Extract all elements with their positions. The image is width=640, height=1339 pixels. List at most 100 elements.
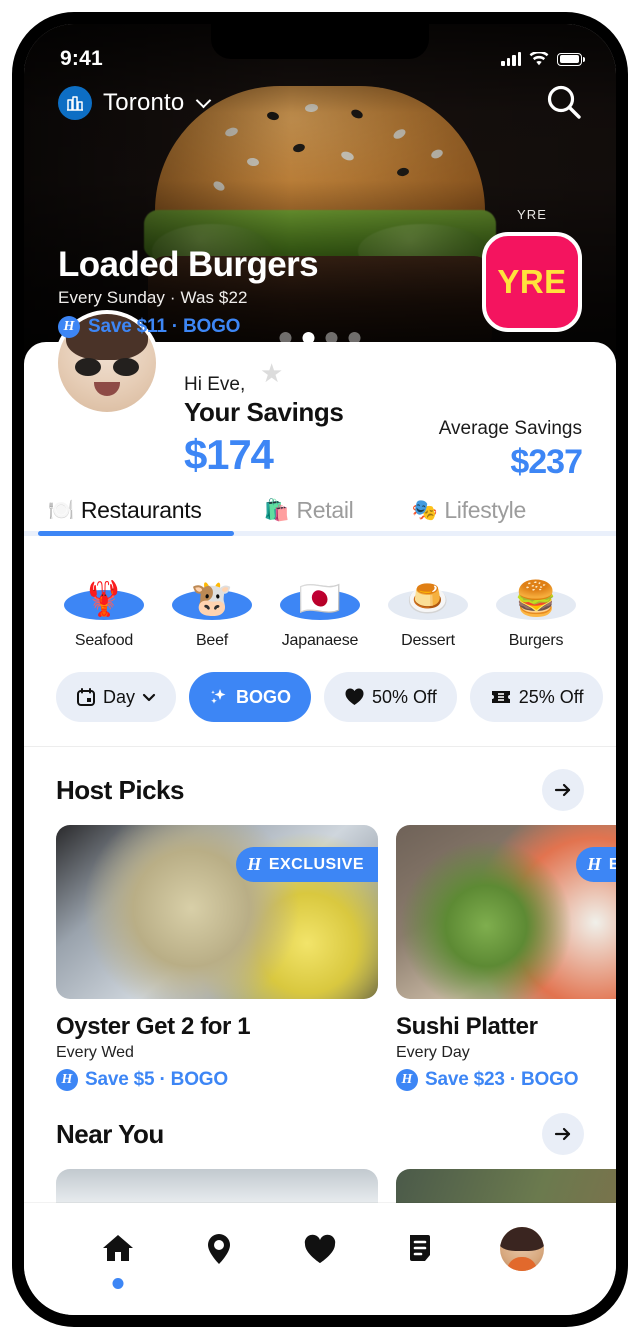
chip-50-off[interactable]: 50% Off	[324, 672, 457, 722]
near-you-see-all-button[interactable]	[542, 1113, 584, 1155]
city-buildings-icon	[58, 86, 92, 120]
hero-title: Loaded Burgers	[58, 244, 319, 284]
phone-frame: 9:41 Toronto Loaded Burgers Every Sunday…	[12, 12, 628, 1327]
status-time: 9:41	[60, 47, 103, 70]
category-seafood[interactable]: 🦞 Seafood	[56, 562, 152, 650]
pick-schedule: Every Day	[396, 1044, 470, 1061]
tab-retail[interactable]: 🛍️ Retail	[264, 497, 354, 531]
merchant-caption: YRE	[516, 207, 548, 222]
host-picks-row: H EXCLUSIVE Oyster Get 2 for 1 Every Wed…	[24, 825, 616, 1091]
pick-save-row: H Save $5 · BOGO	[56, 1069, 378, 1091]
hero-banner[interactable]: 9:41 Toronto Loaded Burgers Every Sunday…	[24, 24, 616, 364]
pick-save-row: H Save $23 · BOGO	[396, 1069, 616, 1091]
active-indicator-dot	[112, 1278, 124, 1289]
chevron-down-icon	[142, 693, 156, 702]
host-logo-icon: H	[56, 1069, 78, 1091]
sparkles-icon	[211, 689, 226, 704]
hero-save-text: Save $11 · BOGO	[88, 316, 241, 337]
ticket-icon	[491, 691, 510, 703]
sushi-photo: H EXCLUSIVE	[396, 825, 616, 999]
carousel-dot[interactable]	[279, 332, 292, 344]
exclusive-label: EXCLUSIVE	[268, 855, 364, 873]
hero-copy: Loaded Burgers Every Sunday · Was $22 H …	[58, 244, 319, 338]
hero-subtitle: Every Sunday · Was $22	[58, 288, 248, 307]
japan-flag-icon: 🇯🇵	[298, 580, 342, 618]
category-tabs: 🍽️ Restaurants 🛍️ Retail 🎭 Lifestyle	[24, 497, 616, 531]
tab-label: Restaurants	[80, 497, 202, 523]
category-icon: 🐮	[164, 562, 260, 624]
pick-save-text: Save $5 · BOGO	[85, 1069, 228, 1090]
cellular-signal-icon	[501, 52, 521, 66]
host-logo-icon: H	[587, 854, 602, 874]
section-header-host-picks: Host Picks	[24, 747, 616, 825]
category-dessert[interactable]: 🍮 Dessert	[380, 562, 476, 650]
section-title: Host Picks	[56, 774, 184, 805]
category-label: Dessert	[401, 632, 455, 649]
section-title: Near You	[56, 1118, 164, 1149]
star-icon: ★	[260, 358, 284, 388]
carousel-dot-active[interactable]	[302, 332, 315, 344]
average-savings-label: Average Savings	[438, 418, 582, 439]
location-pin-icon	[208, 1234, 231, 1264]
merchant-badge-wrap[interactable]: YRE YRE	[482, 207, 582, 332]
heart-icon	[304, 1234, 336, 1263]
chip-day[interactable]: Day	[56, 672, 177, 722]
nav-profile[interactable]	[494, 1221, 550, 1277]
pick-title: Oyster Get 2 for 1	[56, 1013, 251, 1040]
category-japanese[interactable]: 🇯🇵 Japanaese	[272, 562, 368, 650]
calendar-icon	[77, 688, 95, 706]
merchant-badge: YRE	[482, 232, 582, 332]
lobster-icon: 🦞	[82, 580, 126, 618]
category-label: Seafood	[74, 632, 134, 649]
chip-label: 25% Off	[518, 686, 584, 707]
host-logo-icon: H	[247, 854, 262, 874]
section-header-near-you: Near You	[24, 1091, 616, 1169]
exclusive-badge: H EXCLUSIVE	[576, 847, 616, 882]
retail-icon: 🛍️	[263, 498, 290, 522]
chevron-down-icon	[196, 92, 212, 109]
pick-save-text: Save $23 · BOGO	[425, 1069, 579, 1090]
device-notch	[211, 24, 429, 59]
arrow-right-icon	[554, 783, 571, 797]
host-logo-icon: H	[396, 1069, 418, 1091]
lifestyle-icon: 🎭	[411, 498, 438, 522]
app-screen: 9:41 Toronto Loaded Burgers Every Sunday…	[24, 24, 616, 1315]
battery-icon	[557, 52, 585, 66]
category-label: Japanaese	[281, 632, 359, 649]
location-selector[interactable]: Toronto	[58, 86, 212, 120]
category-beef[interactable]: 🐮 Beef	[164, 562, 260, 650]
chip-label: 50% Off	[372, 686, 437, 707]
search-icon[interactable]	[544, 82, 584, 127]
host-pick-card[interactable]: H EXCLUSIVE Sushi Platter Every Day H Sa…	[396, 825, 616, 1091]
burger-icon: 🍔	[514, 580, 558, 618]
tab-active-underline	[38, 531, 234, 536]
status-icons	[501, 51, 585, 67]
nav-favorites[interactable]	[292, 1221, 348, 1277]
category-burgers[interactable]: 🍔 Burgers	[488, 562, 584, 650]
carousel-dot[interactable]	[348, 332, 361, 344]
category-icon: 🇯🇵	[272, 562, 368, 624]
chip-bogo[interactable]: BOGO	[189, 672, 312, 722]
nav-home[interactable]	[90, 1221, 146, 1289]
savings-card: Hi Eve, ★ Your Savings $174 Average Savi…	[24, 310, 616, 1209]
tab-lifestyle[interactable]: 🎭 Lifestyle	[411, 497, 526, 531]
host-picks-see-all-button[interactable]	[542, 769, 584, 811]
chip-25-off[interactable]: 25% Off	[469, 672, 604, 722]
carousel-dots[interactable]	[279, 332, 361, 344]
receipt-icon	[409, 1235, 430, 1261]
chip-label: Day	[103, 686, 136, 707]
nav-receipts[interactable]	[393, 1221, 449, 1277]
chip-label: BOGO	[236, 686, 292, 707]
carousel-dot[interactable]	[325, 332, 338, 344]
category-icon: 🦞	[56, 562, 152, 624]
category-label: Burgers	[508, 632, 564, 649]
arrow-right-icon	[554, 1127, 571, 1141]
tab-restaurants[interactable]: 🍽️ Restaurants	[48, 497, 202, 531]
tab-label: Lifestyle	[444, 497, 526, 523]
tab-label: Retail	[296, 497, 354, 523]
nav-explore[interactable]	[191, 1221, 247, 1277]
restaurants-icon: 🍽️	[48, 498, 74, 522]
host-pick-card[interactable]: H EXCLUSIVE Oyster Get 2 for 1 Every Wed…	[56, 825, 378, 1091]
category-icon: 🍔	[488, 562, 584, 624]
cow-icon: 🐮	[190, 580, 234, 618]
